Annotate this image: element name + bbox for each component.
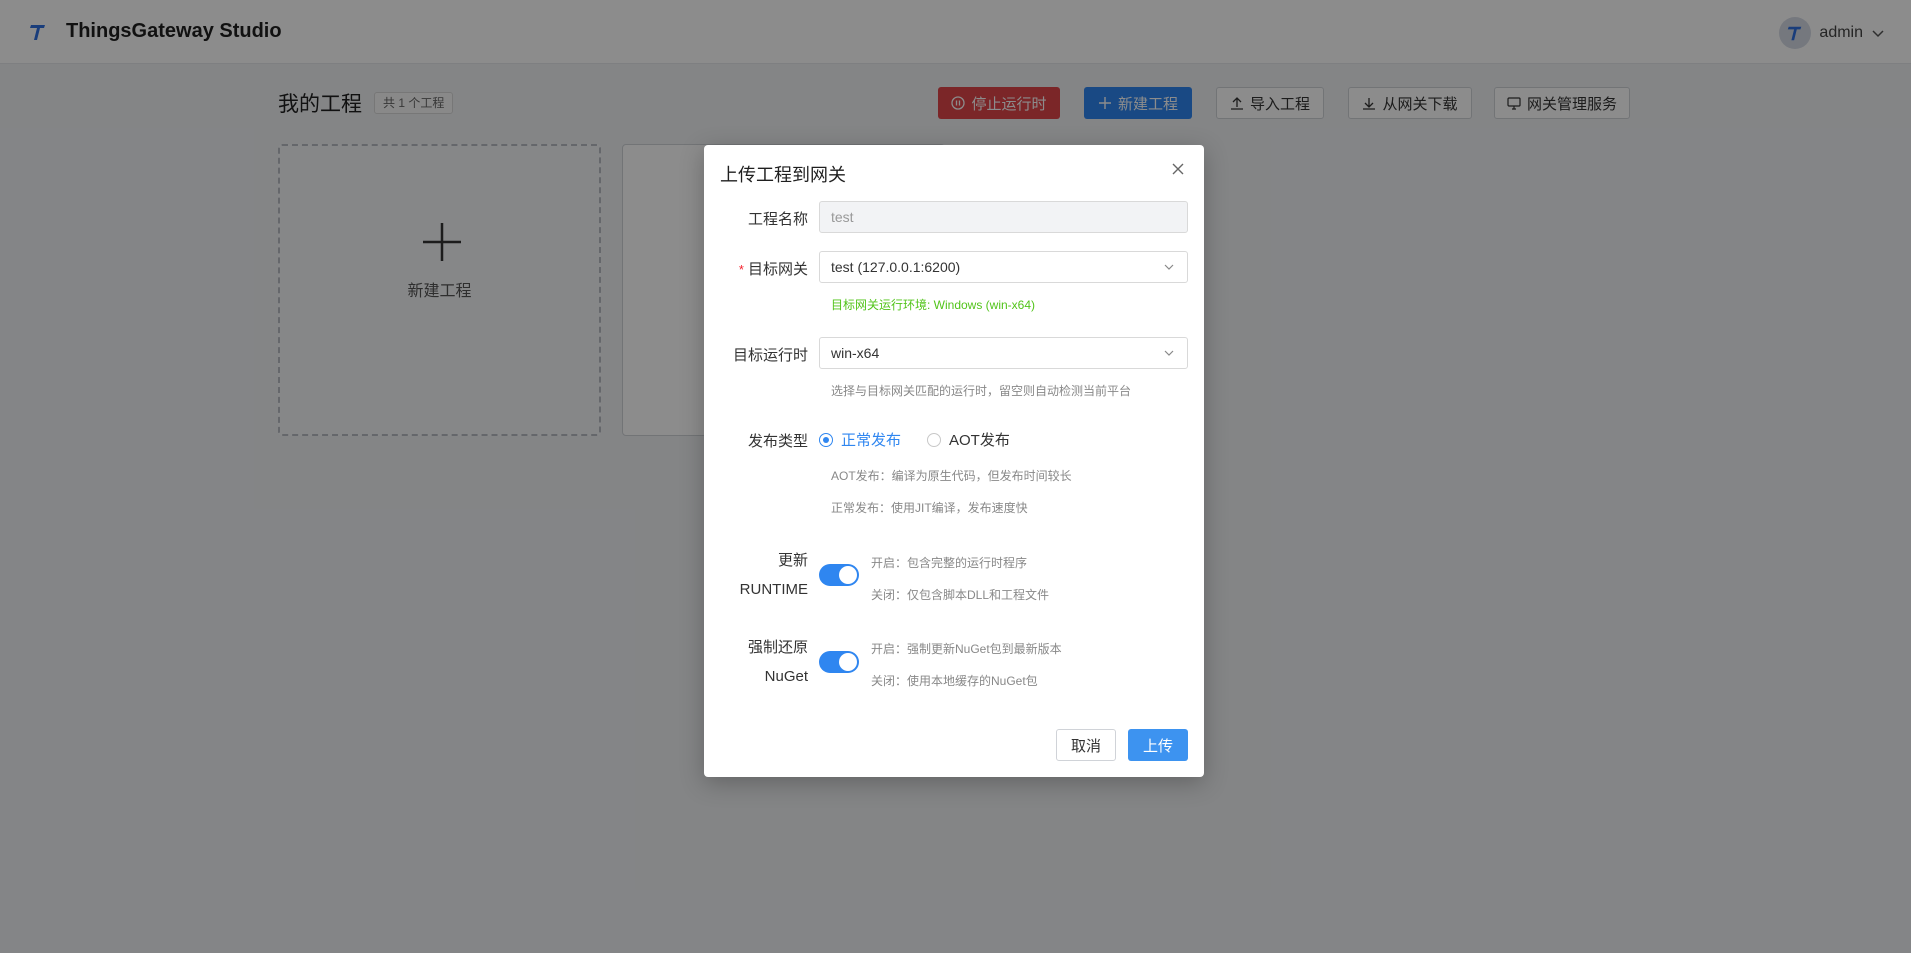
nuget-off-hint: 关闭：使用本地缓存的NuGet包 — [871, 674, 1038, 688]
normal-publish-hint: 正常发布：使用JIT编译，发布速度快 — [831, 501, 1028, 515]
toggle-knob — [839, 653, 857, 671]
target-gateway-select[interactable]: test (127.0.0.1:6200) — [819, 251, 1188, 283]
runtime-hint: 选择与目标网关匹配的运行时，留空则自动检测当前平台 — [831, 384, 1132, 398]
radio-aot-publish[interactable]: AOT发布 — [927, 429, 1010, 450]
radio-unselected-icon — [927, 432, 941, 447]
radio-normal-label: 正常发布 — [841, 432, 902, 449]
aot-publish-hint: AOT发布：编译为原生代码，但发布时间较长 — [831, 469, 1072, 483]
target-runtime-label: 目标运行时 — [732, 347, 808, 364]
update-runtime-label-line2: RUNTIME — [739, 581, 808, 598]
radio-selected-icon — [819, 432, 833, 447]
update-runtime-on-hint: 开启：包含完整的运行时程序 — [871, 556, 1028, 570]
project-name-field: test — [819, 201, 1188, 233]
radio-normal-publish[interactable]: 正常发布 — [819, 429, 901, 450]
project-name-label: 工程名称 — [747, 211, 808, 228]
radio-aot-label: AOT发布 — [949, 432, 1010, 449]
target-runtime-value: win-x64 — [831, 345, 880, 361]
nuget-restore-label-line2: NuGet — [764, 668, 808, 685]
cancel-button[interactable]: 取消 — [1056, 729, 1116, 761]
target-gateway-label: * 目标网关 — [739, 258, 808, 279]
gateway-env-hint: 目标网关运行环境: Windows (win-x64) — [831, 298, 1036, 312]
upload-dialog: 上传工程到网关 工程名称 test * 目标网关 test (127.0.0.1:… — [704, 145, 1204, 777]
project-name-value: test — [831, 209, 854, 225]
upload-button[interactable]: 上传 — [1128, 729, 1188, 761]
chevron-down-icon — [1164, 350, 1174, 356]
nuget-on-hint: 开启：强制更新NuGet包到最新版本 — [871, 642, 1062, 656]
update-runtime-toggle[interactable] — [819, 564, 859, 586]
target-runtime-select[interactable]: win-x64 — [819, 337, 1188, 369]
dialog-title: 上传工程到网关 — [720, 165, 846, 185]
target-gateway-value: test (127.0.0.1:6200) — [831, 259, 961, 275]
target-gateway-label-text: 目标网关 — [747, 261, 808, 278]
chevron-down-icon — [1164, 264, 1174, 270]
required-mark: * — [738, 262, 744, 277]
nuget-restore-label-line1: 强制还原 — [747, 639, 808, 656]
publish-type-label: 发布类型 — [747, 433, 808, 450]
close-icon[interactable] — [1171, 162, 1185, 176]
update-runtime-off-hint: 关闭：仅包含脚本DLL和工程文件 — [871, 588, 1050, 602]
nuget-restore-toggle[interactable] — [819, 651, 859, 673]
update-runtime-label-line1: 更新 — [777, 552, 808, 569]
toggle-knob — [839, 566, 857, 584]
